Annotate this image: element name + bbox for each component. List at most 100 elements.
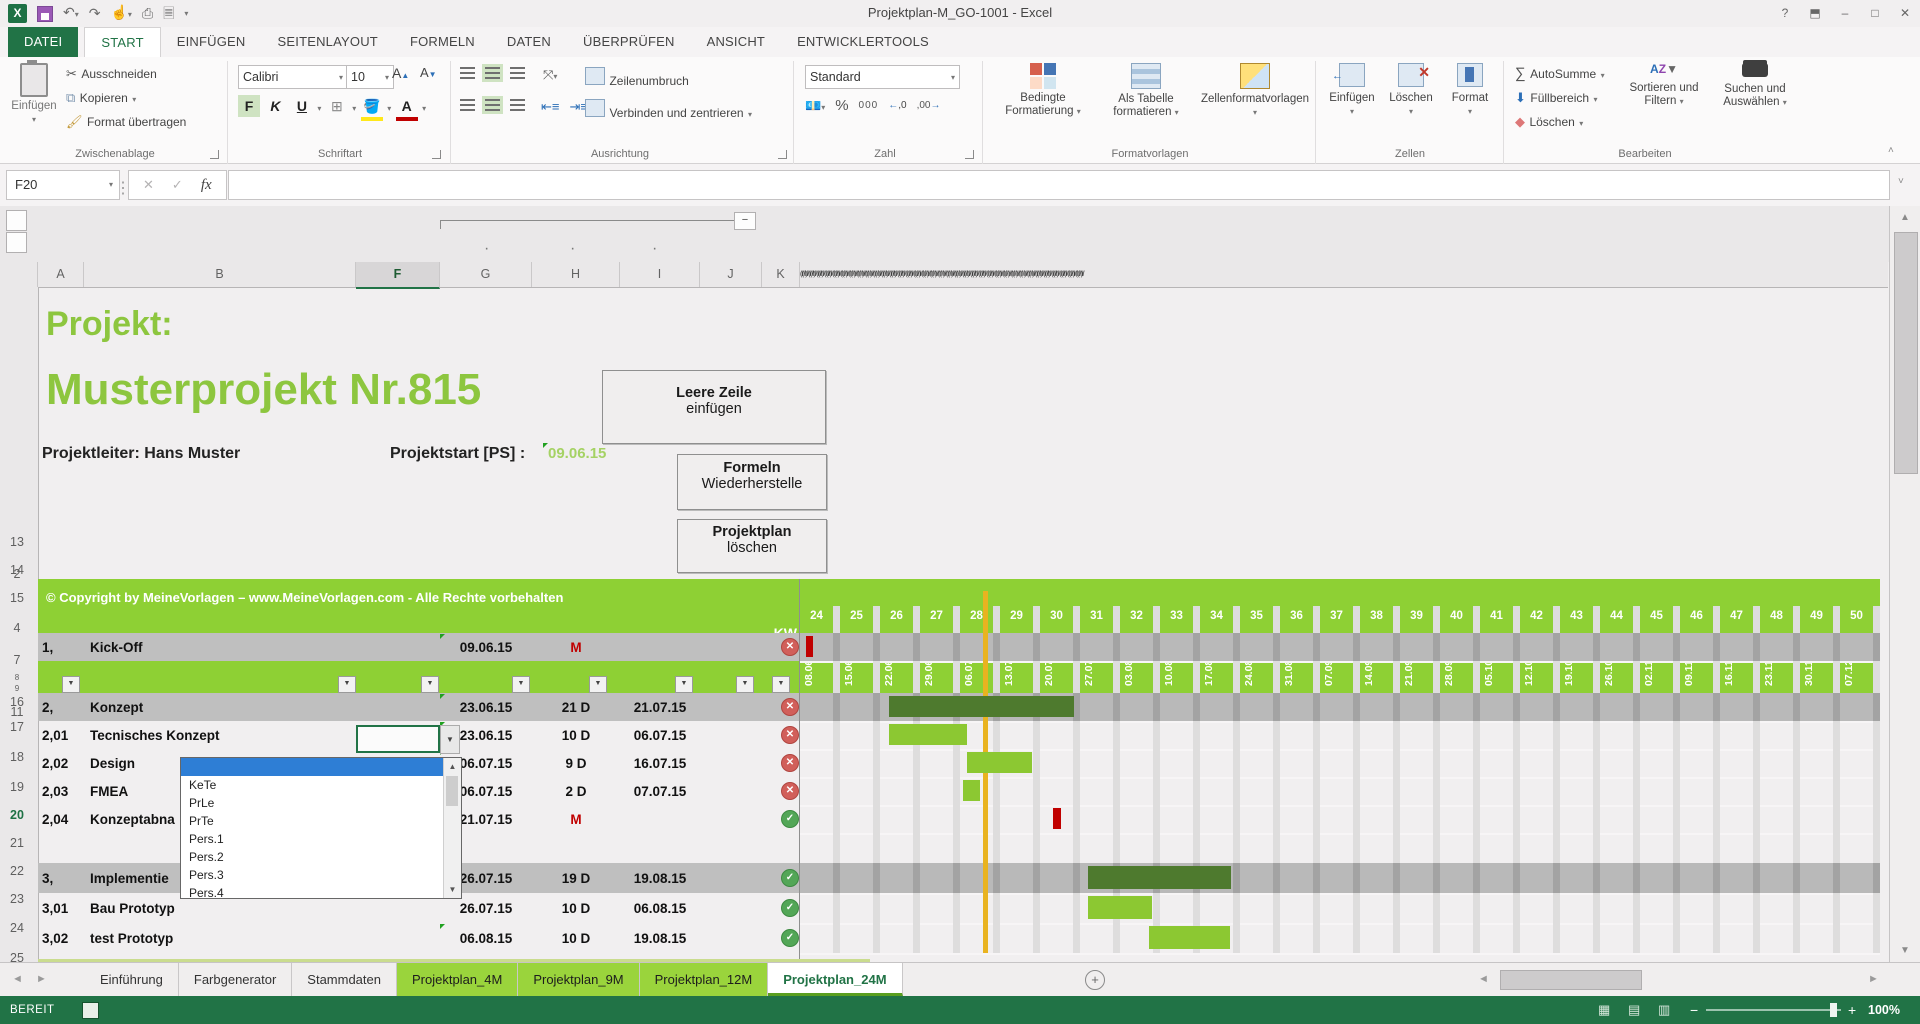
cell-ende[interactable]: 19.08.15 [620,923,700,953]
gantt-bar-row26[interactable] [1088,896,1152,919]
dropdown-item-prle[interactable]: PrLe [181,794,444,812]
outline-level-2-button[interactable] [6,232,27,253]
sheet-tab-projektplan_12m[interactable]: Projektplan_12M [640,963,769,996]
cell-dauer[interactable]: 21 D [532,693,620,721]
zoom-out-button[interactable]: − [1690,996,1698,1024]
column-header-G[interactable]: G [440,262,532,287]
scroll-up-icon[interactable]: ▲ [444,758,461,775]
cell-start[interactable]: 09.06.15 [440,633,532,661]
dropdown-item-prte[interactable]: PrTe [181,812,444,830]
cell-ende[interactable]: 07.07.15 [620,777,700,805]
underline-button[interactable]: U [291,95,313,117]
insert-function-icon[interactable]: fx [201,177,212,194]
font-name-select[interactable]: Calibri▾ [238,65,348,89]
decrease-decimal-icon[interactable]: ,00→ [917,100,941,111]
print-preview-icon[interactable]: 🗏 [163,0,174,27]
sheet-tab-projektplan_9m[interactable]: Projektplan_9M [518,963,639,996]
normal-view-icon[interactable]: ▦ [1598,996,1610,1024]
borders-dropdown[interactable]: ▾ [352,104,356,113]
close-icon[interactable]: ✕ [1890,0,1920,27]
dropdown-scrollbar[interactable]: ▲ ▼ [443,758,461,898]
fill-color-icon[interactable]: 🪣 [361,95,383,121]
expand-formula-bar-icon[interactable]: ˅ [1898,176,1904,187]
sheet-tab-farbgenerator[interactable]: Farbgenerator [179,963,292,996]
cell-dropdown-button[interactable]: ▼ [440,725,460,754]
touch-mode-icon[interactable]: ☝▾ [110,0,131,28]
cut-button[interactable]: ✂ Ausschneiden [66,65,157,83]
cell-dauer[interactable]: 10 D [532,893,620,923]
gantt-bar-row20[interactable] [889,724,967,745]
decrease-indent-icon[interactable]: ⇤≡ [541,99,559,115]
thousands-icon[interactable]: 000 [859,100,879,111]
delete-cells-button[interactable]: ✕ Löschen▾ [1384,63,1438,118]
cell-ende[interactable]: 16.07.15 [620,749,700,777]
dropdown-item-pers2[interactable]: Pers.2 [181,848,444,866]
cell-dauer[interactable]: 10 D [532,923,620,953]
gantt-bar-row27[interactable] [1149,926,1230,949]
ribbon-display-icon[interactable]: ⬒ [1800,0,1830,27]
cell-ende[interactable]: 06.07.15 [620,721,700,749]
cell-dauer[interactable]: M [532,633,620,661]
underline-dropdown[interactable]: ▾ [317,104,321,113]
insert-cells-button[interactable]: ← Einfügen▾ [1325,63,1379,118]
outline-level-1-button[interactable] [6,210,27,231]
zoom-slider-track[interactable] [1706,1009,1841,1011]
gantt-bar-row22[interactable] [963,780,980,801]
confirm-entry-icon[interactable]: ✓ [172,177,183,193]
tab-start[interactable]: START [84,27,160,57]
cell-start[interactable]: 23.06.15 [440,693,532,721]
shrink-font-button[interactable]: A▼ [420,65,437,80]
dropdown-item-pers4[interactable]: Pers.4 [181,884,444,899]
font-color-icon[interactable]: A [396,95,418,121]
tab-ansicht[interactable]: ANSICHT [691,27,781,57]
merge-center-button[interactable]: Verbinden und zentrieren ▾ [585,99,752,122]
format-as-table-button[interactable]: Als Tabelle formatieren ▾ [1098,63,1194,119]
orientation-icon[interactable]: ⤧▾ [543,67,557,83]
sort-filter-button[interactable]: AZ▼ Sortieren und Filtern ▾ [1618,63,1710,108]
page-layout-view-icon[interactable]: ▤ [1628,996,1640,1024]
page-break-view-icon[interactable]: ▥ [1658,996,1670,1024]
cell-start[interactable]: 06.08.15 [440,923,532,953]
minimize-icon[interactable]: – [1830,0,1860,27]
save-icon[interactable] [37,6,53,22]
number-dialog-launcher[interactable] [965,150,974,159]
scroll-down-icon[interactable]: ▼ [1894,945,1916,956]
increase-decimal-icon[interactable]: ←,0 [888,100,906,111]
project-start-value[interactable]: 09.06.15 [548,445,606,462]
tab-einfügen[interactable]: EINFÜGEN [161,27,262,57]
column-header-A[interactable]: A [38,262,84,287]
italic-button[interactable]: K [264,95,286,117]
redo-icon[interactable]: ↷ [89,0,101,27]
sheet-tab-projektplan_4m[interactable]: Projektplan_4M [397,963,518,996]
cell-styles-button[interactable]: Zellenformatvorlagen▾ [1200,63,1310,119]
cell-ende[interactable]: 19.08.15 [620,863,700,893]
tab-formeln[interactable]: FORMELN [394,27,491,57]
cell-dauer[interactable]: 19 D [532,863,620,893]
dropdown-item-pers1[interactable]: Pers.1 [181,830,444,848]
font-dialog-launcher[interactable] [432,150,441,159]
align-middle-icon[interactable] [485,67,500,79]
tabs-scroll-left-icon[interactable]: ◄ [12,963,23,996]
clear-button[interactable]: ◆ Löschen ▾ [1515,113,1583,131]
currency-icon[interactable]: 💶▾ [805,98,825,114]
number-format-select[interactable]: Standard▾ [805,65,960,89]
macro-button-einfgen[interactable]: Leere Zeileeinfügen [602,370,826,444]
maximize-icon[interactable]: □ [1860,0,1890,27]
align-right-icon[interactable] [510,99,525,111]
sheet-tab-projektplan_24m[interactable]: Projektplan_24M [768,963,902,996]
dropdown-item-pers3[interactable]: Pers.3 [181,866,444,884]
cell-ende[interactable]: 06.08.15 [620,893,700,923]
gantt-milestone-row23[interactable] [1053,808,1061,829]
copy-button[interactable]: ⧉ Kopieren ▾ [66,89,136,107]
dropdown-item-kete[interactable]: KeTe [181,776,444,794]
tabs-scroll-right-icon[interactable]: ► [36,963,47,996]
name-box[interactable]: F20▾ [6,170,120,200]
gantt-bar-row21[interactable] [967,752,1032,773]
paste-button[interactable]: Einfügen ▾ [8,63,60,126]
autosum-button[interactable]: ∑ AutoSumme ▾ [1515,65,1605,83]
dropdown-scroll-thumb[interactable] [446,776,458,806]
align-left-icon[interactable] [460,99,475,111]
tab-entwicklertools[interactable]: ENTWICKLERTOOLS [781,27,945,57]
column-header-J[interactable]: J [700,262,762,287]
align-top-icon[interactable] [460,67,475,79]
